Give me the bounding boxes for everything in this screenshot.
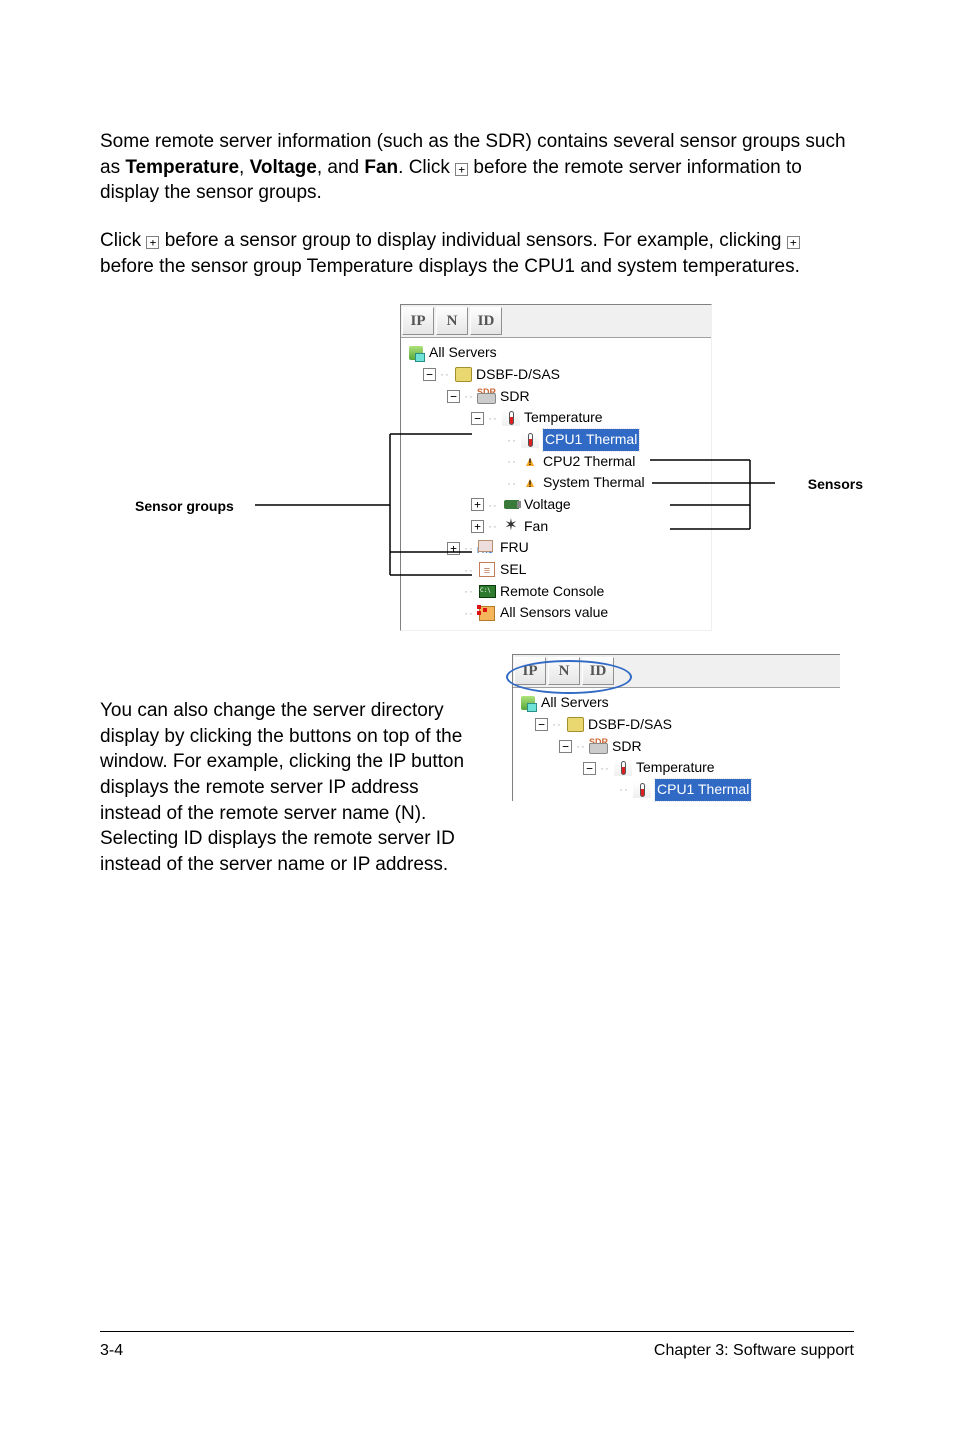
tree-temperature-label: Temperature xyxy=(524,407,603,429)
text: before the sensor group Temperature disp… xyxy=(100,256,800,277)
fan-icon xyxy=(502,519,520,535)
tree-sdr-row[interactable]: −···SDR xyxy=(519,736,836,758)
tree-fru-row[interactable]: +···FRU xyxy=(407,537,707,559)
kw-voltage: Voltage xyxy=(250,157,317,178)
tree-temperature-row[interactable]: −···Temperature xyxy=(407,407,707,429)
thermometer-icon xyxy=(614,760,632,776)
thermometer-icon xyxy=(521,432,539,448)
tree-body: All Servers −···DSBF-D/SAS −···SDR −···T… xyxy=(401,338,711,630)
plus-icon: + xyxy=(455,163,468,176)
callout-sensor-groups: Sensor groups xyxy=(135,498,234,514)
tree-sel-row[interactable]: ···SEL xyxy=(407,559,707,581)
snippet-body: All Servers −···DSBF-D/SAS −···SDR −···T… xyxy=(513,688,840,800)
tree-figure: Sensor groups Sensors IP N ID xyxy=(220,304,850,631)
tree-fan-label: Fan xyxy=(524,516,548,538)
tree-allsensors-row[interactable]: ···All Sensors value xyxy=(407,602,707,624)
sel-icon xyxy=(478,562,496,578)
tree-cpu1-row[interactable]: ····CPU1 Thermal xyxy=(519,779,836,801)
tree-sdr-label: SDR xyxy=(612,736,642,758)
tree-cpu1-row[interactable]: ····CPU1 Thermal xyxy=(407,429,707,451)
highlight-oval xyxy=(506,660,632,694)
plus-icon: + xyxy=(146,236,159,249)
warning-icon xyxy=(521,453,539,469)
plus-icon: + xyxy=(787,236,800,249)
tree-sdr-row[interactable]: −···SDR xyxy=(407,386,707,408)
host-icon xyxy=(454,367,472,383)
text: Click xyxy=(100,230,146,251)
host-icon xyxy=(566,717,584,733)
text: , xyxy=(239,157,250,178)
tree-remote-console-label: Remote Console xyxy=(500,581,604,603)
tree-cpu2-label: CPU2 Thermal xyxy=(543,451,635,473)
kw-temperature: Temperature xyxy=(125,157,239,178)
warning-icon xyxy=(521,475,539,491)
tree-sdr-label: SDR xyxy=(500,386,530,408)
sdr-icon xyxy=(478,388,496,404)
console-icon xyxy=(478,584,496,600)
battery-icon xyxy=(502,497,520,513)
expand-icon[interactable]: + xyxy=(471,498,484,511)
text: , and xyxy=(317,157,365,178)
text: before a sensor group to display individ… xyxy=(159,230,786,251)
page-footer: 3-4 Chapter 3: Software support xyxy=(100,1331,854,1360)
collapse-icon[interactable]: − xyxy=(559,740,572,753)
thermometer-icon xyxy=(502,410,520,426)
tree-voltage-label: Voltage xyxy=(524,494,571,516)
tree-fan-row[interactable]: +···Fan xyxy=(407,516,707,538)
chapter-title: Chapter 3: Software support xyxy=(654,1342,854,1360)
servers-icon xyxy=(407,345,425,361)
snippet-figure: IP N ID All Servers −···DSBF-D/SAS −···S… xyxy=(500,654,840,800)
tree-sel-label: SEL xyxy=(500,559,526,581)
expand-icon[interactable]: + xyxy=(447,542,460,555)
tree-host-label: DSBF-D/SAS xyxy=(588,714,672,736)
tree-host-label: DSBF-D/SAS xyxy=(476,364,560,386)
tree-root-row[interactable]: All Servers xyxy=(407,342,707,364)
tab-ip[interactable]: IP xyxy=(402,307,434,335)
tree-fru-label: FRU xyxy=(500,537,529,559)
tree-cpu1-label: CPU1 Thermal xyxy=(543,429,639,451)
page-number: 3-4 xyxy=(100,1342,123,1360)
tree-panel: IP N ID All Servers −···DSBF-D/SAS −···S… xyxy=(400,304,712,631)
servers-icon xyxy=(519,695,537,711)
tree-root-row[interactable]: All Servers xyxy=(519,692,836,714)
thermometer-icon xyxy=(633,782,651,798)
tree-root-label: All Servers xyxy=(541,692,609,714)
tree-root-label: All Servers xyxy=(429,342,497,364)
tree-cpu2-row[interactable]: ····CPU2 Thermal xyxy=(407,451,707,473)
tab-n[interactable]: N xyxy=(436,307,468,335)
sdr-icon xyxy=(590,738,608,754)
body-paragraph-1: Some remote server information (such as … xyxy=(100,129,854,206)
tree-host-row[interactable]: −···DSBF-D/SAS xyxy=(519,714,836,736)
expand-icon[interactable]: + xyxy=(471,520,484,533)
collapse-icon[interactable]: − xyxy=(423,368,436,381)
fru-icon xyxy=(478,540,496,556)
tree-allsensors-label: All Sensors value xyxy=(500,602,608,624)
collapse-icon[interactable]: − xyxy=(535,718,548,731)
tab-id[interactable]: ID xyxy=(470,307,502,335)
tree-remote-console-row[interactable]: ···Remote Console xyxy=(407,581,707,603)
collapse-icon[interactable]: − xyxy=(583,762,596,775)
tree-temperature-row[interactable]: −···Temperature xyxy=(519,757,836,779)
text: . Click xyxy=(398,157,455,178)
kw-fan: Fan xyxy=(364,157,398,178)
body-paragraph-3: You can also change the server directory… xyxy=(100,698,470,877)
tree-cpu1-label: CPU1 Thermal xyxy=(655,779,751,801)
tree-temperature-label: Temperature xyxy=(636,757,715,779)
body-paragraph-2: Click + before a sensor group to display… xyxy=(100,228,854,279)
tree-tabbar: IP N ID xyxy=(401,305,711,338)
tree-voltage-row[interactable]: +···Voltage xyxy=(407,494,707,516)
tree-system-label: System Thermal xyxy=(543,472,645,494)
callout-sensors: Sensors xyxy=(808,476,863,492)
collapse-icon[interactable]: − xyxy=(447,390,460,403)
tree-host-row[interactable]: −···DSBF-D/SAS xyxy=(407,364,707,386)
tree-system-row[interactable]: ····System Thermal xyxy=(407,472,707,494)
all-sensors-icon xyxy=(478,605,496,621)
collapse-icon[interactable]: − xyxy=(471,412,484,425)
